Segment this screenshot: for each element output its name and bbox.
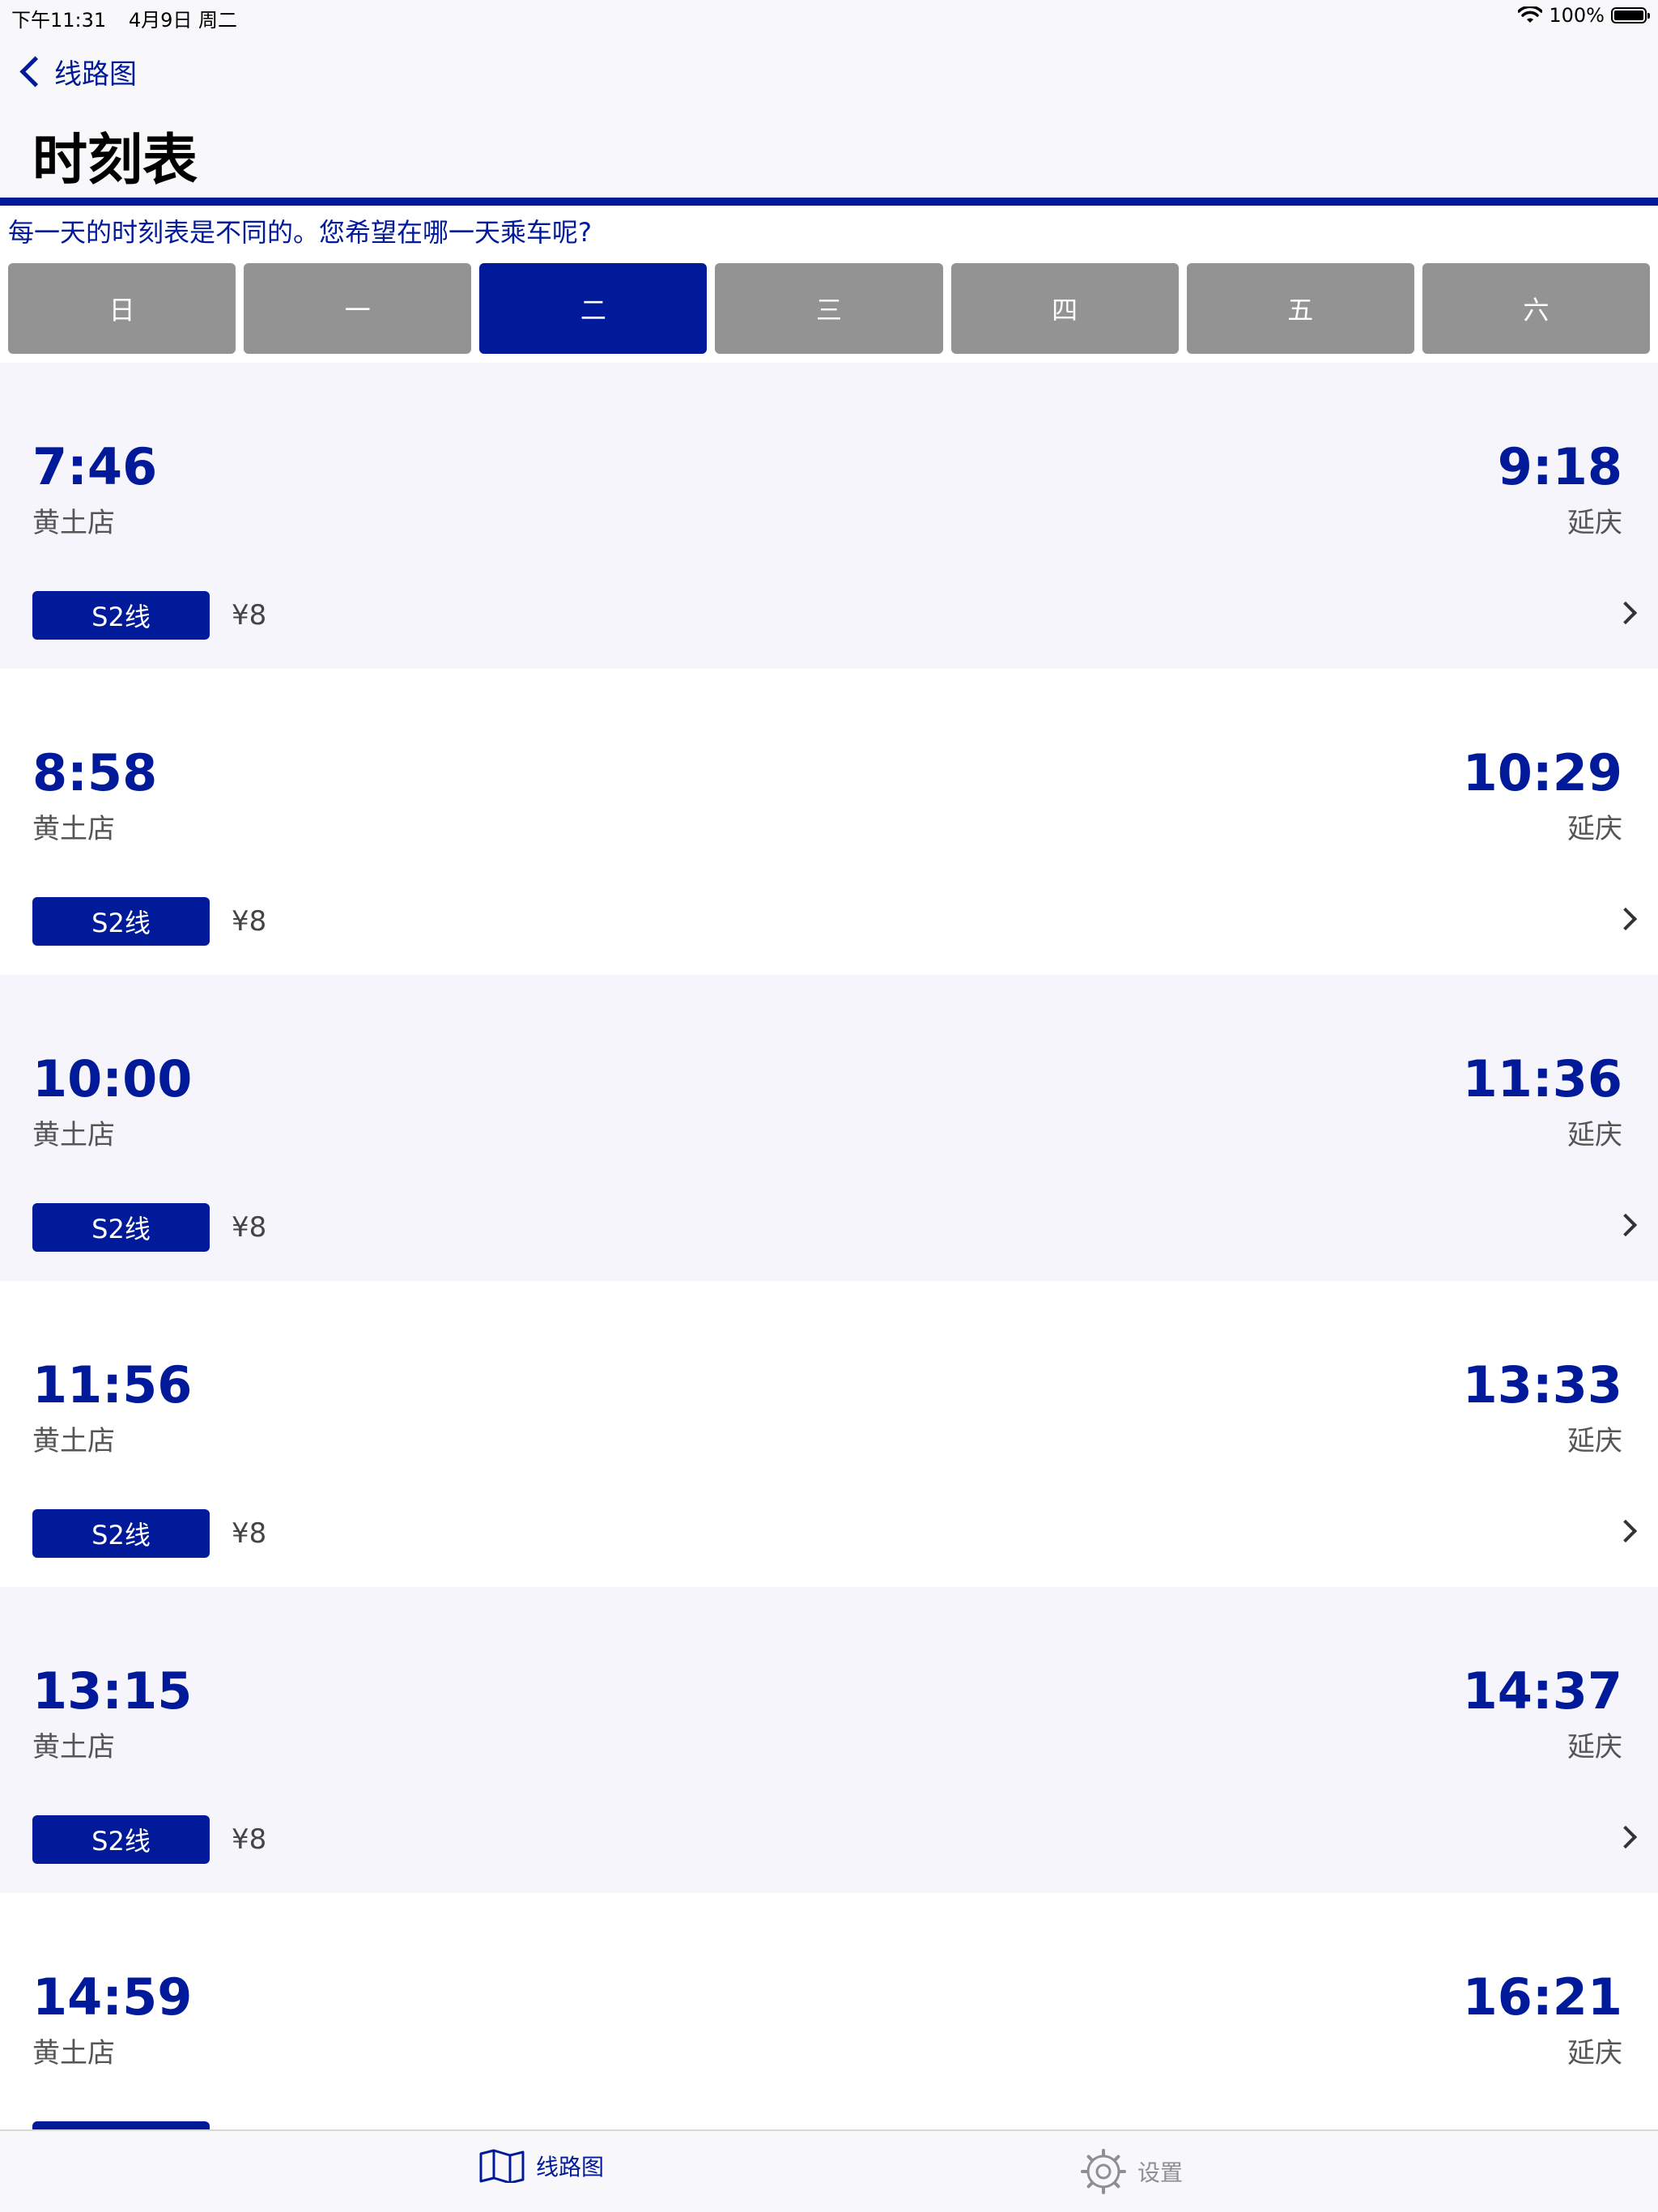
back-button[interactable]: 线路图 bbox=[18, 52, 137, 91]
arrival-station: 延庆 bbox=[1567, 1119, 1622, 1151]
departure-station: 黄土店 bbox=[32, 1425, 115, 1457]
status-date: 4月9日 周二 bbox=[128, 9, 237, 32]
departure-time: 7:46 bbox=[32, 437, 158, 496]
trip-row[interactable]: 14:59黄土店16:21延庆S2线¥8 bbox=[0, 1893, 1658, 2129]
chevron-right-icon bbox=[1613, 1519, 1638, 1543]
arrival-time: 14:37 bbox=[1462, 1661, 1622, 1721]
arrival-station: 延庆 bbox=[1567, 813, 1622, 845]
day-tab[interactable]: 二 bbox=[479, 263, 708, 354]
arrival-station: 延庆 bbox=[1567, 507, 1622, 539]
trip-row[interactable]: 8:58 黄土店 10:29 延庆 S2线 ¥8 bbox=[0, 669, 1658, 975]
day-selector: 日一二三四五六 bbox=[8, 263, 1650, 354]
line-badge: S2线 bbox=[32, 897, 210, 946]
trip-row[interactable]: 10:00 黄土店 11:36 延庆 S2线 ¥8 bbox=[0, 975, 1658, 1281]
battery-percent: 100% bbox=[1549, 4, 1605, 27]
nav-bar: 线路图 时刻表 bbox=[0, 32, 1658, 198]
fare-label: ¥8 bbox=[232, 599, 267, 632]
header-divider bbox=[0, 198, 1658, 206]
fare-label: ¥8 bbox=[232, 1517, 267, 1550]
map-icon bbox=[479, 2149, 525, 2183]
status-right: 100% bbox=[1518, 4, 1650, 27]
tab-bar: 线路图 设置 bbox=[0, 2129, 1658, 2212]
tab-map[interactable]: 线路图 bbox=[479, 2149, 604, 2183]
departure-station: 黄土店 bbox=[32, 1119, 115, 1151]
arrival-station: 延庆 bbox=[1567, 1425, 1622, 1457]
day-tab[interactable]: 五 bbox=[1186, 263, 1414, 354]
arrival-station: 延庆 bbox=[1567, 1731, 1622, 1763]
tab-map-label: 线路图 bbox=[536, 2154, 605, 2180]
line-badge: S2线 bbox=[32, 1815, 210, 1864]
departure-time: 11:56 bbox=[32, 1355, 193, 1414]
arrival-time: 11:36 bbox=[1462, 1049, 1622, 1108]
departure-station: 黄土店 bbox=[32, 507, 115, 539]
arrival-time: 9:18 bbox=[1497, 437, 1622, 496]
status-bar: 下午11:31 4月9日 周二 100% bbox=[0, 0, 1658, 32]
fare-label: ¥8 bbox=[232, 1823, 267, 1856]
arrival-time: 16:21 bbox=[1462, 1967, 1622, 2027]
line-badge: S2线 bbox=[32, 2121, 210, 2129]
departure-station: 黄土店 bbox=[32, 1731, 115, 1763]
fare-label: ¥8 bbox=[232, 905, 267, 938]
departure-station: 黄土店 bbox=[32, 813, 115, 845]
line-badge: S2线 bbox=[32, 1203, 210, 1252]
chevron-right-icon bbox=[1613, 601, 1638, 625]
departure-time: 13:15 bbox=[32, 1661, 193, 1721]
arrival-time: 13:33 bbox=[1462, 1355, 1622, 1414]
page-title: 时刻表 bbox=[32, 129, 198, 193]
battery-icon bbox=[1611, 7, 1650, 23]
schedule-list: 7:46 黄土店 9:18 延庆 S2线 ¥8 8:58 黄土店 10:29 延庆 S2线 ¥8 10:… bbox=[0, 363, 1658, 2129]
back-button-label: 线路图 bbox=[54, 58, 137, 91]
departure-time: 14:59 bbox=[32, 1967, 193, 2027]
departure-station: 黄土店 bbox=[32, 2037, 115, 2069]
line-badge: S2线 bbox=[32, 1509, 210, 1558]
tab-settings-label: 设置 bbox=[1137, 2159, 1184, 2186]
arrival-time: 10:29 bbox=[1462, 743, 1622, 802]
day-tab[interactable]: 日 bbox=[8, 263, 236, 354]
chevron-right-icon bbox=[1613, 907, 1638, 931]
line-badge: S2线 bbox=[32, 591, 210, 640]
tab-settings[interactable]: 设置 bbox=[1081, 2149, 1183, 2194]
day-prompt: 每一天的时刻表是不同的。您希望在哪一天乘车呢? bbox=[8, 217, 592, 248]
day-tab[interactable]: 六 bbox=[1422, 263, 1650, 354]
day-tab[interactable]: 四 bbox=[950, 263, 1179, 354]
arrival-station: 延庆 bbox=[1567, 2037, 1622, 2069]
departure-time: 10:00 bbox=[32, 1049, 193, 1108]
wifi-icon bbox=[1518, 6, 1543, 23]
departure-time: 8:58 bbox=[32, 743, 158, 802]
status-left: 下午11:31 4月9日 周二 bbox=[11, 4, 253, 32]
trip-row[interactable]: 7:46 黄土店 9:18 延庆 S2线 ¥8 bbox=[0, 363, 1658, 669]
day-tab[interactable]: 三 bbox=[715, 263, 943, 354]
chevron-left-icon bbox=[19, 56, 51, 87]
day-tab[interactable]: 一 bbox=[244, 263, 472, 354]
gear-icon bbox=[1081, 2149, 1126, 2194]
chevron-right-icon bbox=[1613, 1213, 1638, 1237]
chevron-right-icon bbox=[1613, 1825, 1638, 1849]
trip-row[interactable]: 13:15 黄土店 14:37 延庆 S2线 ¥8 bbox=[0, 1587, 1658, 1893]
status-time: 下午11:31 bbox=[11, 9, 107, 32]
trip-row[interactable]: 11:56 黄土店 13:33 延庆 S2线 ¥8 bbox=[0, 1281, 1658, 1587]
fare-label: ¥8 bbox=[232, 1211, 267, 1244]
